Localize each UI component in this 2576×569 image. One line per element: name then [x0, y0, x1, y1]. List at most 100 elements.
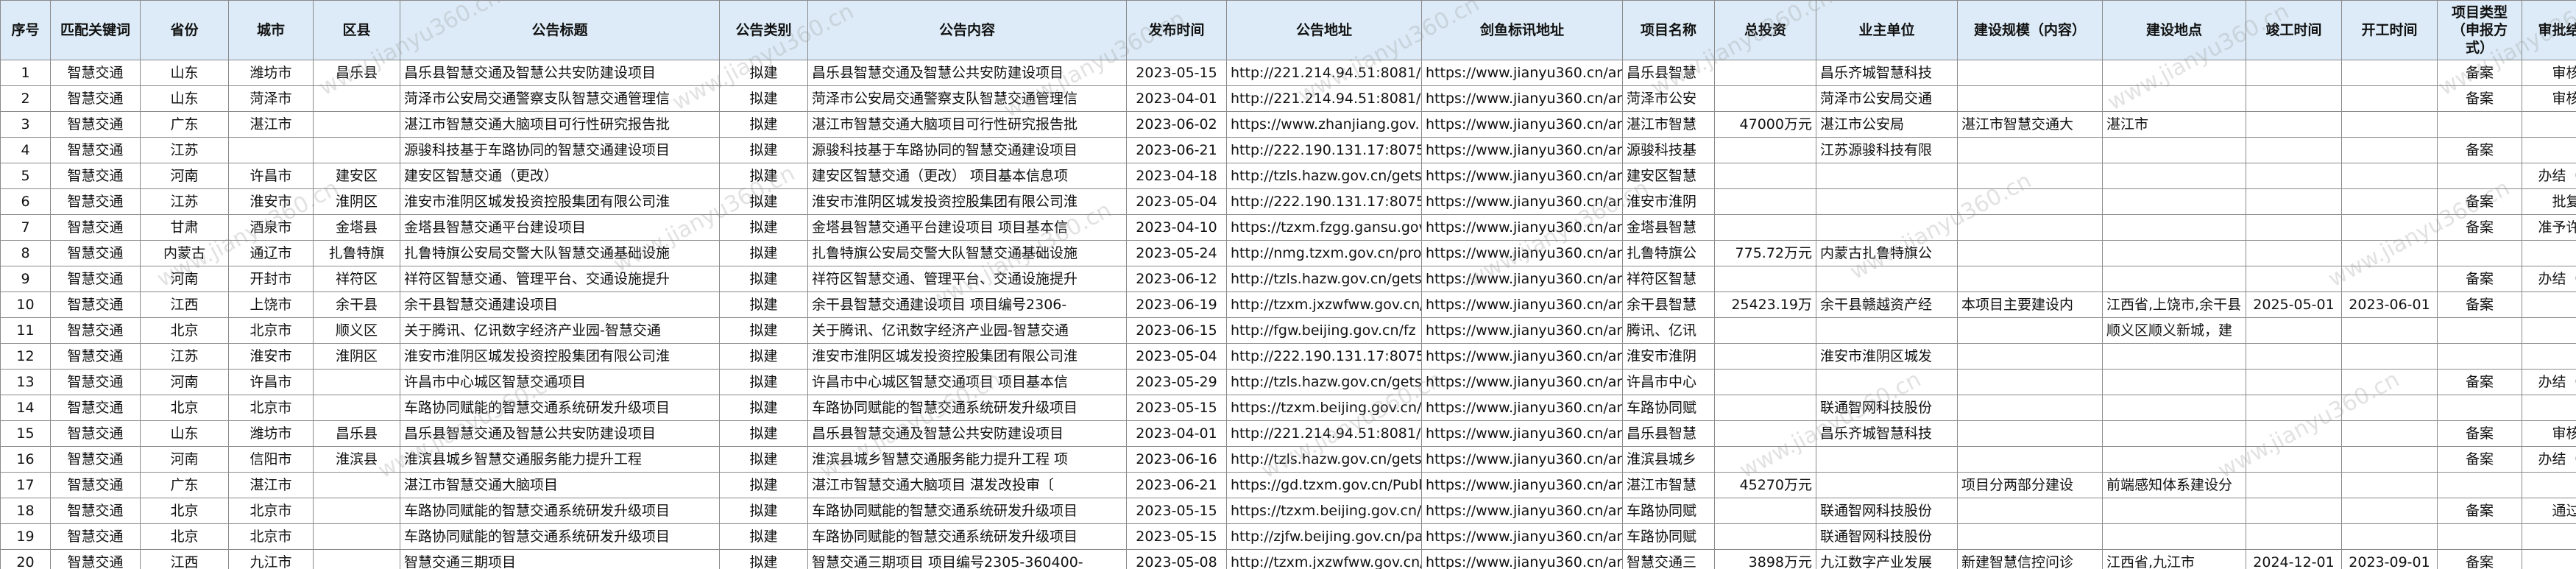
table-cell[interactable]: 3898万元 — [1714, 549, 1816, 569]
table-cell[interactable]: 本项目主要建设内 — [1957, 291, 2103, 318]
table-cell[interactable]: 2023-05-15 — [1126, 523, 1227, 550]
table-row[interactable]: 13 智慧交通 河南 许昌市 许昌市中心城区智慧交通项目 拟建 许昌市中心城区智慧交通项目 … — [0, 369, 2576, 395]
table-cell[interactable] — [313, 85, 400, 112]
column-header[interactable]: 剑鱼标讯地址 — [1421, 0, 1623, 60]
table-cell[interactable]: 北京市 — [228, 498, 314, 524]
table-cell[interactable]: 江西 — [140, 549, 229, 569]
table-cell[interactable]: 智慧交通三 — [1622, 549, 1715, 569]
table-cell[interactable]: 2 — [0, 85, 51, 112]
table-cell[interactable] — [2246, 343, 2342, 370]
table-cell[interactable] — [2102, 446, 2246, 473]
table-cell[interactable]: 智慧交通 — [50, 523, 141, 550]
table-cell[interactable]: 2023-05-29 — [1126, 369, 1227, 395]
table-cell[interactable]: 上饶市 — [228, 291, 314, 318]
table-cell[interactable] — [2341, 446, 2438, 473]
table-cell[interactable]: 备案 — [2437, 137, 2522, 163]
table-cell[interactable]: 湛江市公安局 — [1816, 111, 1958, 138]
table-cell[interactable] — [1714, 420, 1816, 447]
table-cell[interactable]: 余干县智慧交通建设项目 项目编号2306- — [807, 291, 1127, 318]
table-cell[interactable]: 广东 — [140, 111, 229, 138]
table-cell[interactable]: 办结（通 — [2522, 266, 2576, 292]
table-cell[interactable] — [2522, 137, 2576, 163]
table-cell[interactable]: 智慧交通 — [50, 214, 141, 241]
table-cell[interactable] — [2102, 523, 2246, 550]
column-header[interactable]: 序号 — [0, 0, 51, 60]
table-cell[interactable] — [1957, 60, 2103, 86]
table-cell[interactable]: 淮安市淮阴 — [1622, 188, 1715, 215]
table-cell[interactable]: 北京 — [140, 317, 229, 344]
column-header[interactable]: 公告内容 — [807, 0, 1127, 60]
table-cell[interactable]: https://gd.tzxm.gov.cn/Publ — [1226, 472, 1422, 498]
table-cell[interactable]: 2023-05-04 — [1126, 188, 1227, 215]
table-cell[interactable] — [1957, 369, 2103, 395]
table-cell[interactable]: http://nmg.tzxm.gov.cn/pro — [1226, 240, 1422, 266]
table-cell[interactable]: 江西省,上饶市,余干县 — [2102, 291, 2246, 318]
table-cell[interactable] — [313, 369, 400, 395]
column-header[interactable]: 项目类型（申报方式） — [2437, 0, 2522, 60]
table-cell[interactable]: 2023-09-01 — [2341, 549, 2438, 569]
table-cell[interactable]: 北京市 — [228, 395, 314, 421]
table-cell[interactable] — [2246, 240, 2342, 266]
table-cell[interactable] — [1957, 266, 2103, 292]
table-cell[interactable] — [1714, 395, 1816, 421]
table-cell[interactable]: 江西省,九江市 — [2102, 549, 2246, 569]
table-cell[interactable]: 河南 — [140, 266, 229, 292]
table-cell[interactable]: 昌乐县智慧交通及智慧公共安防建设项目 — [400, 420, 720, 447]
table-cell[interactable]: 湛江市智慧交通大脑项目可行性研究报告批 — [807, 111, 1127, 138]
table-cell[interactable]: 智慧交通 — [50, 137, 141, 163]
table-cell[interactable]: 拟建 — [719, 523, 808, 550]
table-cell[interactable]: 拟建 — [719, 549, 808, 569]
table-cell[interactable]: 车路协同赋能的智慧交通系统研发升级项目 — [807, 395, 1127, 421]
column-header[interactable]: 竣工时间 — [2246, 0, 2342, 60]
table-cell[interactable] — [2102, 188, 2246, 215]
table-cell[interactable]: 通辽市 — [228, 240, 314, 266]
table-cell[interactable]: 9 — [0, 266, 51, 292]
table-cell[interactable]: 祥符区 — [313, 266, 400, 292]
table-cell[interactable]: 45270万元 — [1714, 472, 1816, 498]
table-cell[interactable]: 智慧交通 — [50, 395, 141, 421]
table-cell[interactable]: https://www.jianyu360.cn/ar — [1421, 472, 1623, 498]
table-cell[interactable] — [1816, 446, 1958, 473]
table-cell[interactable]: 14 — [0, 395, 51, 421]
table-row[interactable]: 12 智慧交通 江苏 淮安市 淮阴区 淮安市淮阴区城发投资控股集团有限公司淮 拟建 淮安市淮阴… — [0, 343, 2576, 370]
table-cell[interactable]: 拟建 — [719, 369, 808, 395]
table-cell[interactable]: 备案 — [2437, 266, 2522, 292]
table-cell[interactable] — [2522, 343, 2576, 370]
table-cell[interactable] — [2246, 395, 2342, 421]
table-cell[interactable] — [1714, 523, 1816, 550]
table-cell[interactable] — [2246, 214, 2342, 241]
table-cell[interactable]: 余干县赣越资产经 — [1816, 291, 1958, 318]
table-cell[interactable]: 准予许可 — [2522, 214, 2576, 241]
table-cell[interactable]: 北京 — [140, 498, 229, 524]
table-cell[interactable] — [2341, 240, 2438, 266]
table-cell[interactable]: 2023-06-19 — [1126, 291, 1227, 318]
table-cell[interactable]: 20 — [0, 549, 51, 569]
table-cell[interactable]: 昌乐县 — [313, 60, 400, 86]
table-cell[interactable] — [2246, 369, 2342, 395]
table-cell[interactable]: http://tzxm.jxzwfww.gov.cn/ — [1226, 291, 1422, 318]
table-cell[interactable] — [2102, 163, 2246, 189]
table-cell[interactable]: 备案 — [2437, 291, 2522, 318]
table-cell[interactable]: 北京市 — [228, 523, 314, 550]
table-cell[interactable] — [1816, 266, 1958, 292]
table-cell[interactable]: 备案 — [2437, 420, 2522, 447]
table-cell[interactable] — [2341, 317, 2438, 344]
table-cell[interactable]: 扎鲁特旗公安局交警大队智慧交通基础设施 — [400, 240, 720, 266]
table-cell[interactable] — [2341, 214, 2438, 241]
table-cell[interactable]: 淮安市淮阴区城发 — [1816, 343, 1958, 370]
table-cell[interactable]: 车路协同赋能的智慧交通系统研发升级项目 — [400, 498, 720, 524]
table-cell[interactable]: 车路协同赋能的智慧交通系统研发升级项目 — [400, 395, 720, 421]
table-cell[interactable]: 淮安市淮阴区城发投资控股集团有限公司淮 — [400, 188, 720, 215]
table-cell[interactable] — [2102, 266, 2246, 292]
table-cell[interactable]: 拟建 — [719, 395, 808, 421]
table-row[interactable]: 19 智慧交通 北京 北京市 车路协同赋能的智慧交通系统研发升级项目 拟建 车路协同赋能的智… — [0, 523, 2576, 550]
table-cell[interactable]: 淮安市淮阴区城发投资控股集团有限公司淮 — [807, 343, 1127, 370]
table-cell[interactable]: 潍坊市 — [228, 60, 314, 86]
table-cell[interactable]: 车路协同赋 — [1622, 395, 1715, 421]
column-header[interactable]: 发布时间 — [1126, 0, 1227, 60]
table-cell[interactable]: 潍坊市 — [228, 420, 314, 447]
table-cell[interactable]: 建安区智慧交通（更改） — [400, 163, 720, 189]
table-cell[interactable]: 12 — [0, 343, 51, 370]
table-cell[interactable] — [1714, 317, 1816, 344]
table-cell[interactable] — [2341, 343, 2438, 370]
